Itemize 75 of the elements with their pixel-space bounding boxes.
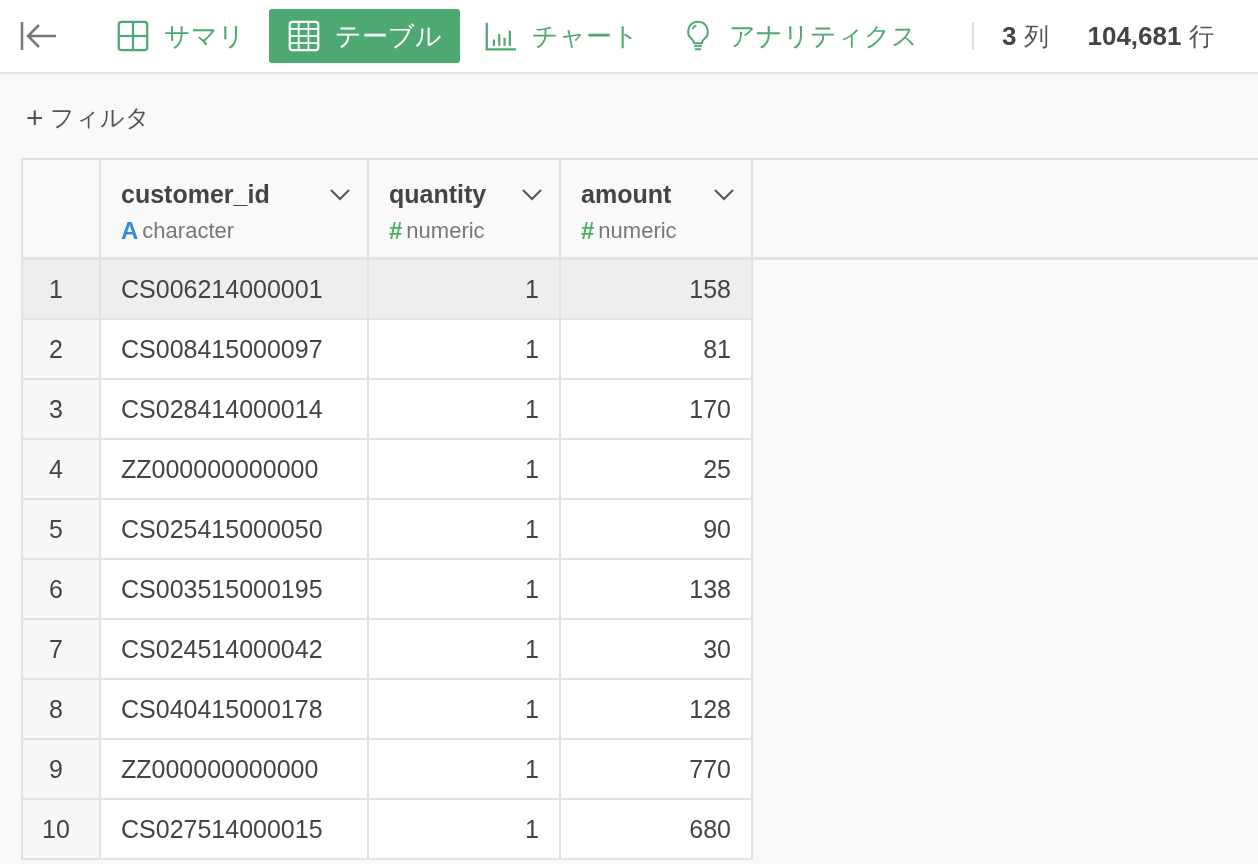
table-cell: 81 [561, 320, 753, 380]
caret-icon[interactable] [521, 188, 543, 202]
table-cell: 1 [369, 560, 561, 620]
column-header[interactable]: amount # numeric [561, 160, 753, 257]
table-cell: 1 [369, 500, 561, 560]
bar-chart-icon [484, 20, 518, 52]
table-row[interactable]: 8 CS040415000178 1 128 [23, 680, 1258, 740]
type-mark: # [389, 217, 403, 245]
row-number: 6 [23, 560, 101, 620]
table-cell: 1 [369, 620, 561, 680]
column-type: numeric [598, 218, 677, 244]
column-unit: 列 [1024, 20, 1050, 52]
table-cell: 1 [369, 800, 561, 860]
table-cell: 1 [369, 740, 561, 800]
table-cell: ZZ000000000000 [101, 740, 369, 800]
table-row[interactable]: 5 CS025415000050 1 90 [23, 500, 1258, 560]
table-cell: CS040415000178 [101, 680, 369, 740]
table-cell: 770 [561, 740, 753, 800]
row-number: 4 [23, 440, 101, 500]
grid-icon [116, 20, 150, 52]
table-cell: CS027514000015 [101, 800, 369, 860]
row-number: 2 [23, 320, 101, 380]
table-cell: 158 [561, 260, 753, 320]
column-type: character [142, 218, 235, 244]
table-cell: CS024514000042 [101, 620, 369, 680]
column-header[interactable]: customer_id A character [101, 160, 369, 257]
row-number: 10 [23, 800, 101, 860]
plus-icon[interactable]: + [26, 103, 44, 133]
table-cell: ZZ000000000000 [101, 440, 369, 500]
table-row[interactable]: 9 ZZ000000000000 1 770 [23, 740, 1258, 800]
row-count: 104,681 [1087, 20, 1182, 52]
table-cell: CS028414000014 [101, 380, 369, 440]
row-number: 3 [23, 380, 101, 440]
row-number: 8 [23, 680, 101, 740]
table-cell: 1 [369, 440, 561, 500]
column-type: numeric [406, 218, 485, 244]
table-row[interactable]: 7 CS024514000042 1 30 [23, 620, 1258, 680]
table-row[interactable]: 2 CS008415000097 1 81 [23, 320, 1258, 380]
row-number: 7 [23, 620, 101, 680]
column-name: quantity [389, 180, 487, 209]
row-number: 5 [23, 500, 101, 560]
column-name: amount [581, 180, 672, 209]
column-header[interactable]: quantity # numeric [369, 160, 561, 257]
row-number: 9 [23, 740, 101, 800]
table-row[interactable]: 6 CS003515000195 1 138 [23, 560, 1258, 620]
collapse-arrow-icon[interactable] [20, 21, 58, 51]
table-cell: CS008415000097 [101, 320, 369, 380]
table-cell: 25 [561, 440, 753, 500]
table-row[interactable]: 1 CS006214000001 1 158 [23, 260, 1258, 320]
column-count: 3 [1002, 20, 1017, 52]
column-name: customer_id [121, 180, 270, 209]
table-cell: 1 [369, 680, 561, 740]
table-cell: 90 [561, 500, 753, 560]
table-cell: 30 [561, 620, 753, 680]
table-cell: CS025415000050 [101, 500, 369, 560]
table-cell: 680 [561, 800, 753, 860]
table-row[interactable]: 3 CS028414000014 1 170 [23, 380, 1258, 440]
table-icon [287, 20, 321, 52]
type-mark: # [581, 217, 595, 245]
table-cell: 138 [561, 560, 753, 620]
table-cell: CS006214000001 [101, 260, 369, 320]
add-filter-link[interactable]: フィルタ [49, 102, 150, 134]
table-cell: CS003515000195 [101, 560, 369, 620]
table-cell: 170 [561, 380, 753, 440]
table-cell: 128 [561, 680, 753, 740]
table-cell: 1 [369, 320, 561, 380]
caret-icon[interactable] [329, 188, 351, 202]
type-mark: A [121, 217, 139, 245]
table-row[interactable]: 4 ZZ000000000000 1 25 [23, 440, 1258, 500]
table-cell: 1 [369, 260, 561, 320]
table-cell: 1 [369, 380, 561, 440]
row-number: 1 [23, 260, 101, 320]
table-row[interactable]: 10 CS027514000015 1 680 [23, 800, 1258, 860]
row-unit: 行 [1189, 20, 1215, 52]
caret-icon[interactable] [713, 188, 735, 202]
